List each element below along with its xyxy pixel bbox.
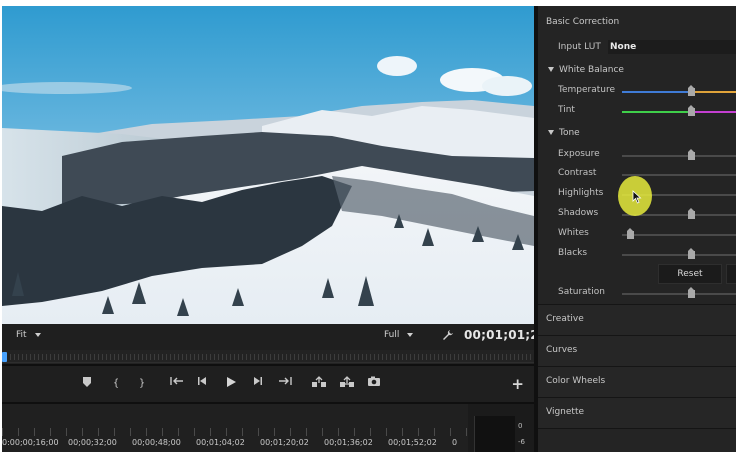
step-forward-icon[interactable] [250,376,264,392]
blacks-slider[interactable] [622,248,736,259]
extract-icon[interactable] [338,376,356,392]
screenshot-border [0,0,740,6]
exposure-label: Exposure [558,149,600,159]
shadows-label: Shadows [558,208,599,218]
lift-icon[interactable] [310,376,328,392]
ruler-label: 00;00;48;00 [132,438,181,447]
tone-label: Tone [559,128,580,138]
transport-controls: { } + [2,366,534,402]
ruler-label: 00;01;04;02 [196,438,245,447]
temperature-slider-handle[interactable] [688,85,695,96]
ruler-ticks [2,428,468,436]
highlights-label: Highlights [558,188,604,198]
wrench-icon[interactable] [442,329,454,343]
saturation-slider[interactable] [622,287,736,298]
blacks-label: Blacks [558,248,588,258]
chevron-down-icon [34,332,41,337]
tone-header[interactable]: Tone [548,128,580,138]
program-monitor-video [2,6,534,324]
saturation-label: Saturation [558,287,605,297]
monitor-time-ruler[interactable] [2,350,534,364]
screenshot-border [736,0,740,460]
zoom-level-dropdown[interactable]: Fit [16,330,66,344]
temperature-label: Temperature [558,85,616,95]
vignette-section-label: Vignette [546,407,585,417]
mark-in-icon[interactable]: { [110,376,122,392]
saturation-slider-handle[interactable] [688,287,695,298]
monitor-control-bar: Fit Full 00;01;01;20 [2,324,547,350]
playback-resolution-dropdown[interactable]: Full [384,330,430,344]
play-icon[interactable] [224,376,238,392]
snowy-mountain-landscape-image [2,6,534,324]
curves-section-label: Curves [546,345,578,355]
go-to-out-icon[interactable] [276,376,294,392]
blacks-slider-handle[interactable] [688,248,695,259]
meter-scale-label: -6 [518,438,525,446]
whites-label: Whites [558,228,589,238]
vignette-section[interactable]: Vignette [538,397,736,428]
zoom-level-value: Fit [16,330,27,340]
add-marker-icon[interactable] [80,376,94,392]
ruler-label: 0:00;00;16;00 [2,438,59,447]
tint-label: Tint [558,105,575,115]
ruler-label: 00;01;20;02 [260,438,309,447]
whites-slider[interactable] [622,228,736,239]
playback-resolution-value: Full [384,330,400,340]
timeline-time-ruler[interactable]: 0:00;00;16;00 00;00;32;00 00;00;48;00 00… [2,404,468,452]
shadows-slider-handle[interactable] [688,208,695,219]
tint-slider-handle[interactable] [688,105,695,116]
go-to-in-icon[interactable] [168,376,186,392]
ruler-label: 00;01;36;02 [324,438,373,447]
export-frame-icon[interactable] [366,376,382,392]
exposure-slider-handle[interactable] [688,149,695,160]
lumetri-color-panel: Basic Correction Input LUT None White Ba… [538,6,736,452]
color-wheels-section[interactable]: Color Wheels [538,366,736,397]
step-back-icon[interactable] [196,376,210,392]
exposure-slider[interactable] [622,149,736,160]
reset-button[interactable]: Reset [658,264,722,284]
white-balance-label: White Balance [559,65,624,75]
meter-scale-label: 0 [518,422,523,430]
ruler-label: 0 [452,438,458,447]
disclosure-triangle-icon [548,130,554,135]
ruler-label: 00;01;52;02 [388,438,437,447]
mark-out-icon[interactable]: } [136,376,148,392]
input-lut-dropdown[interactable]: None [608,40,736,54]
playhead-handle[interactable] [2,352,7,362]
auto-button[interactable] [726,264,736,284]
curves-section[interactable]: Curves [538,335,736,366]
screenshot-border [0,452,740,460]
audio-meter: 0 -6 [468,404,534,452]
chevron-down-icon [407,332,414,337]
input-lut-label: Input LUT [558,42,601,52]
screenshot-border [0,0,2,460]
ruler-ticks [2,354,534,360]
creative-section-label: Creative [546,314,584,324]
tint-slider[interactable] [622,105,736,116]
temperature-slider[interactable] [622,85,736,96]
white-balance-header[interactable]: White Balance [548,65,624,75]
contrast-label: Contrast [558,168,597,178]
ruler-baseline [2,362,534,363]
creative-section[interactable]: Creative [538,304,736,335]
add-button[interactable]: + [511,375,524,393]
panel-empty-area [538,428,736,452]
whites-slider-handle[interactable] [627,228,634,239]
disclosure-triangle-icon [548,67,554,72]
basic-correction-header[interactable]: Basic Correction [546,17,619,27]
ruler-label: 00;00;32;00 [68,438,117,447]
audio-meter-display [474,416,515,452]
color-wheels-section-label: Color Wheels [546,376,606,386]
